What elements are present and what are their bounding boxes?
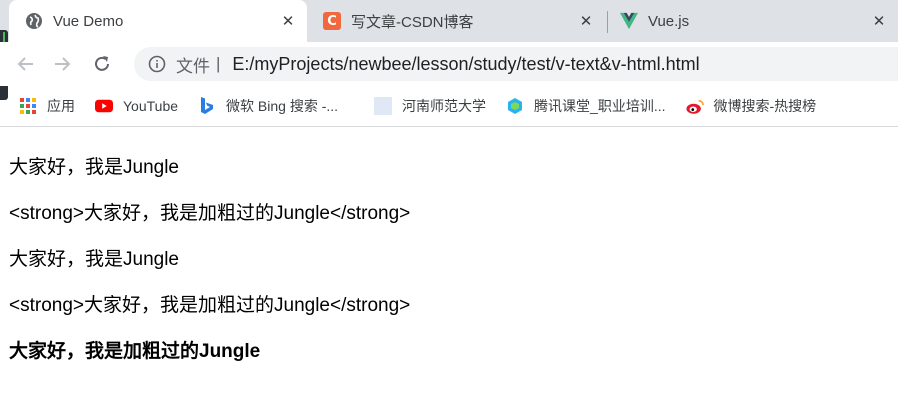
- tab-title: 写文章-CSDN博客: [351, 13, 474, 31]
- tab-title: Vue.js: [648, 12, 690, 30]
- browser-toolbar: 文件 | E:/myProjects/newbee/lesson/study/t…: [0, 42, 898, 86]
- bookmark-tencent-classroom[interactable]: 腾讯课堂_职业培训...: [506, 96, 666, 116]
- v-text-plain: 大家好，我是Jungle: [9, 157, 179, 178]
- bookmark-label: 腾讯课堂_职业培训...: [534, 98, 666, 114]
- page-placeholder-icon: [374, 97, 393, 115]
- v-html-plain: 大家好，我是Jungle: [9, 249, 179, 270]
- tab-title: Vue Demo: [53, 12, 124, 30]
- tab-close-icon[interactable]: ✕: [277, 10, 299, 32]
- address-bar[interactable]: 文件 | E:/myProjects/newbee/lesson/study/t…: [134, 47, 898, 81]
- bookmark-label: 微软 Bing 搜索 -...: [226, 98, 339, 114]
- tab-vue-demo[interactable]: Vue Demo ✕: [9, 0, 307, 42]
- bookmark-henan-normal[interactable]: 河南师范大学: [374, 96, 486, 116]
- bookmark-label: 微博搜索-热搜榜: [713, 98, 817, 114]
- bookmark-bing[interactable]: 微软 Bing 搜索 -...: [198, 96, 338, 116]
- weibo-icon: [685, 97, 704, 115]
- address-url[interactable]: E:/myProjects/newbee/lesson/study/test/v…: [232, 54, 699, 75]
- address-scheme: 文件: [176, 56, 210, 76]
- globe-icon: [25, 12, 43, 30]
- bookmark-apps[interactable]: 应用: [19, 96, 75, 116]
- tab-close-icon[interactable]: ✕: [868, 10, 890, 32]
- reload-icon[interactable]: [86, 48, 118, 80]
- interpolation-html-escaped: <strong>大家好，我是加粗过的Jungle</strong>: [9, 295, 411, 316]
- bookmark-label: 应用: [47, 98, 75, 114]
- bookmark-youtube[interactable]: YouTube: [95, 97, 178, 115]
- tencent-classroom-icon: [506, 97, 524, 115]
- tab-csdn[interactable]: C 写文章-CSDN博客 ✕: [323, 0, 605, 42]
- info-icon[interactable]: [148, 55, 166, 73]
- bookmark-label: 河南师范大学: [402, 98, 487, 114]
- bookmark-label: YouTube: [123, 98, 179, 114]
- youtube-icon: [95, 97, 113, 115]
- vue-icon: [620, 12, 638, 30]
- tab-vuejs[interactable]: Vue.js ✕: [620, 0, 898, 42]
- forward-icon[interactable]: [46, 48, 78, 80]
- tab-separator: [607, 11, 608, 33]
- bookmark-weibo[interactable]: 微博搜索-热搜榜: [685, 96, 817, 116]
- back-icon[interactable]: [10, 48, 42, 80]
- address-divider: |: [216, 54, 221, 73]
- v-html-bold: 大家好，我是加粗过的Jungle: [9, 341, 261, 362]
- csdn-logo: C: [323, 12, 341, 30]
- bookmarks-bar: 应用 YouTube 微软 Bing 搜索 -... 河南师范大学 腾讯课堂_职…: [0, 86, 898, 127]
- v-text-html-escaped: <strong>大家好，我是加粗过的Jungle</strong>: [9, 203, 411, 224]
- apps-grid-icon: [19, 97, 37, 115]
- bing-icon: [198, 97, 216, 115]
- tab-strip: Vue Demo ✕ C 写文章-CSDN博客 ✕ Vue.js ✕: [0, 0, 898, 100]
- csdn-icon: C: [323, 12, 341, 30]
- tab-close-icon[interactable]: ✕: [575, 10, 597, 32]
